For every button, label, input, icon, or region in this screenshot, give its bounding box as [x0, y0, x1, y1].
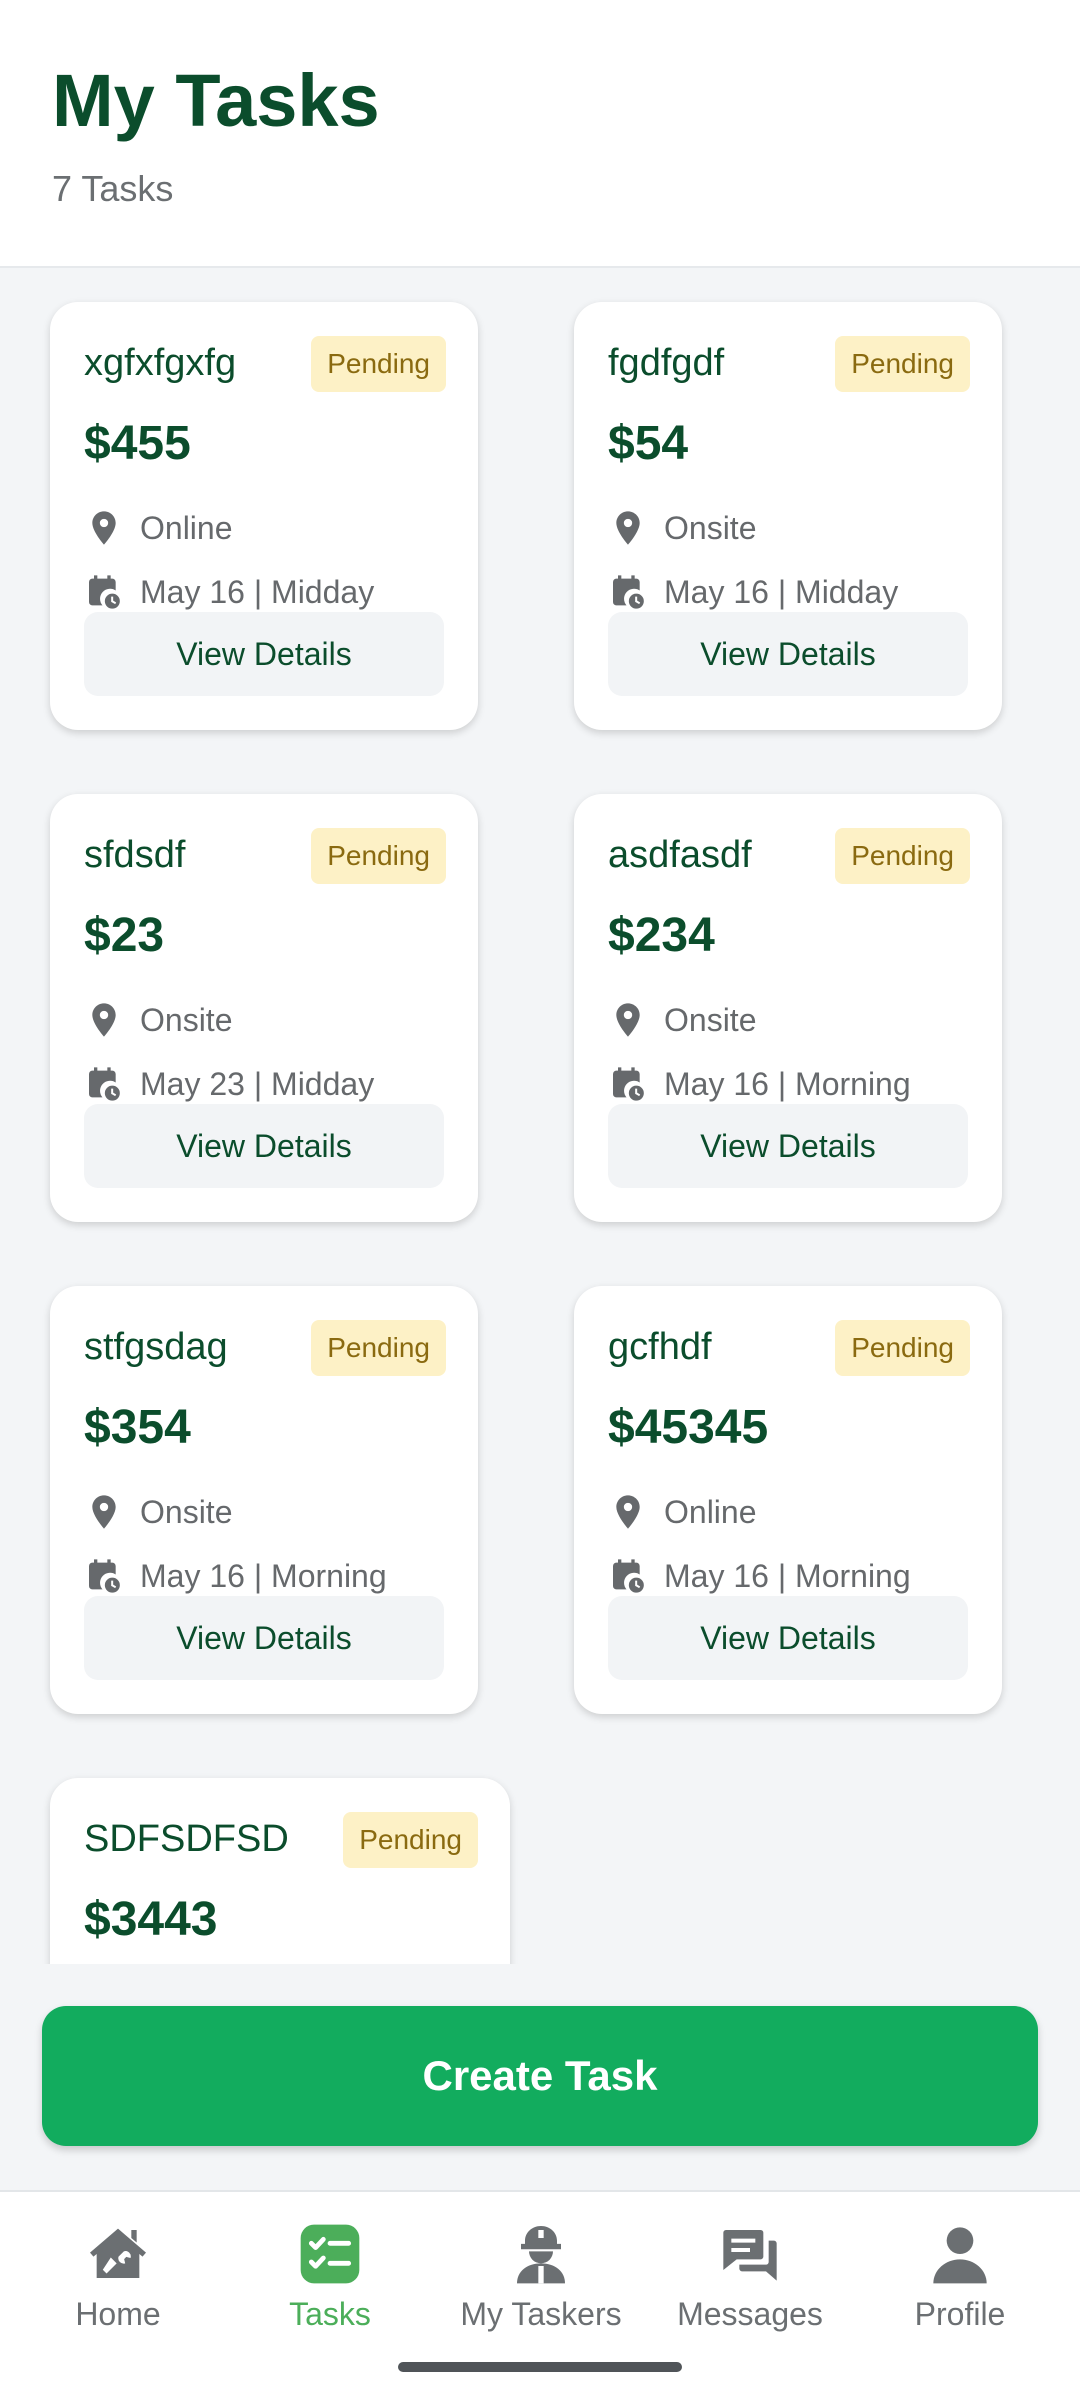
- task-location: Onsite: [664, 1001, 757, 1038]
- task-card[interactable]: xgfxfgxfg Pending $455 Online May 16 | M…: [50, 302, 478, 730]
- task-name: asdfasdf: [608, 834, 752, 876]
- task-price: $23: [84, 909, 165, 962]
- task-date: May 16 | Morning: [664, 1065, 911, 1102]
- calendar-clock-icon: [613, 1559, 644, 1593]
- view-details-button[interactable]: View Details: [608, 1104, 968, 1188]
- task-name: xgfxfgxfg: [84, 342, 237, 384]
- location-pin-icon: [92, 511, 116, 545]
- task-date: May 23 | Midday: [140, 1065, 375, 1102]
- nav-item-tasks[interactable]: Tasks: [230, 2222, 430, 2333]
- task-price: $45345: [608, 1401, 769, 1454]
- nav-item-home[interactable]: Home: [18, 2222, 218, 2333]
- task-location: Onsite: [664, 509, 757, 546]
- nav-label-tasks: Tasks: [289, 2296, 371, 2332]
- view-details-button[interactable]: View Details: [84, 1596, 444, 1680]
- page-title: My Tasks: [52, 59, 380, 142]
- location-pin-icon: [92, 1495, 116, 1529]
- task-location: Online: [664, 1493, 757, 1530]
- task-date: May 16 | Morning: [664, 1557, 911, 1594]
- nav-item-my-taskers[interactable]: My Taskers: [441, 2222, 641, 2333]
- nav-label-messages: Messages: [677, 2296, 823, 2332]
- location-pin-icon: [616, 511, 640, 545]
- nav-item-messages[interactable]: Messages: [650, 2222, 850, 2333]
- calendar-clock-icon: [613, 575, 644, 609]
- task-name: gcfhdf: [608, 1326, 712, 1368]
- task-card[interactable]: asdfasdf Pending $234 Onsite May 16 | Mo…: [574, 794, 1002, 1222]
- nav-label-my-taskers: My Taskers: [460, 2296, 622, 2332]
- task-price: $455: [84, 417, 191, 470]
- nav-item-profile[interactable]: Profile: [860, 2222, 1060, 2333]
- status-badge: Pending: [835, 1320, 970, 1376]
- task-price: $3443: [84, 1893, 218, 1946]
- calendar-clock-icon: [89, 575, 120, 609]
- status-badge: Pending: [835, 336, 970, 392]
- task-name: fgdfgdf: [608, 342, 725, 384]
- calendar-clock-icon: [613, 1067, 644, 1101]
- task-count: 7 Tasks: [52, 168, 174, 209]
- status-badge: Pending: [343, 1812, 478, 1868]
- location-pin-icon: [92, 1003, 116, 1037]
- task-card[interactable]: fgdfgdf Pending $54 Onsite May 16 | Midd…: [574, 302, 1002, 730]
- task-price: $354: [84, 1401, 191, 1454]
- location-pin-icon: [616, 1495, 640, 1529]
- task-card[interactable]: SDFSDFSD Pending $3443: [50, 1778, 510, 1964]
- page-header: My Tasks 7 Tasks: [0, 0, 1080, 268]
- task-grid[interactable]: xgfxfgxfg Pending $455 Online May 16 | M…: [0, 270, 1080, 1964]
- view-details-button[interactable]: View Details: [84, 1104, 444, 1188]
- task-name: sfdsdf: [84, 834, 186, 876]
- create-task-button[interactable]: Create Task: [42, 2006, 1038, 2146]
- task-date: May 16 | Midday: [664, 573, 899, 610]
- task-card[interactable]: sfdsdf Pending $23 Onsite May 23 | Midda…: [50, 794, 478, 1222]
- view-details-button[interactable]: View Details: [608, 1596, 968, 1680]
- view-details-button[interactable]: View Details: [608, 612, 968, 696]
- task-date: May 16 | Midday: [140, 573, 375, 610]
- calendar-clock-icon: [89, 1067, 120, 1101]
- tasks-checklist-icon: [300, 2224, 360, 2284]
- task-location: Onsite: [140, 1001, 233, 1038]
- worker-hardhat-icon: [517, 2226, 565, 2284]
- location-pin-icon: [616, 1003, 640, 1037]
- chat-bubbles-icon: [723, 2230, 777, 2281]
- home-icon: [90, 2228, 146, 2278]
- task-price: $234: [608, 909, 715, 962]
- status-badge: Pending: [311, 828, 446, 884]
- status-badge: Pending: [835, 828, 970, 884]
- task-location: Onsite: [140, 1493, 233, 1530]
- nav-label-home: Home: [75, 2296, 161, 2332]
- status-badge: Pending: [311, 336, 446, 392]
- task-card[interactable]: gcfhdf Pending $45345 Online May 16 | Mo…: [574, 1286, 1002, 1714]
- task-date: May 16 | Morning: [140, 1557, 387, 1594]
- task-card[interactable]: stfgsdag Pending $354 Onsite May 16 | Mo…: [50, 1286, 478, 1714]
- home-indicator: [398, 2362, 682, 2372]
- task-price: $54: [608, 417, 689, 470]
- calendar-clock-icon: [89, 1559, 120, 1593]
- task-location: Online: [140, 509, 233, 546]
- nav-label-profile: Profile: [914, 2296, 1006, 2332]
- view-details-button[interactable]: View Details: [84, 612, 444, 696]
- task-name: stfgsdag: [84, 1326, 228, 1368]
- person-icon: [933, 2227, 987, 2284]
- status-badge: Pending: [311, 1320, 446, 1376]
- task-name: SDFSDFSD: [84, 1818, 289, 1860]
